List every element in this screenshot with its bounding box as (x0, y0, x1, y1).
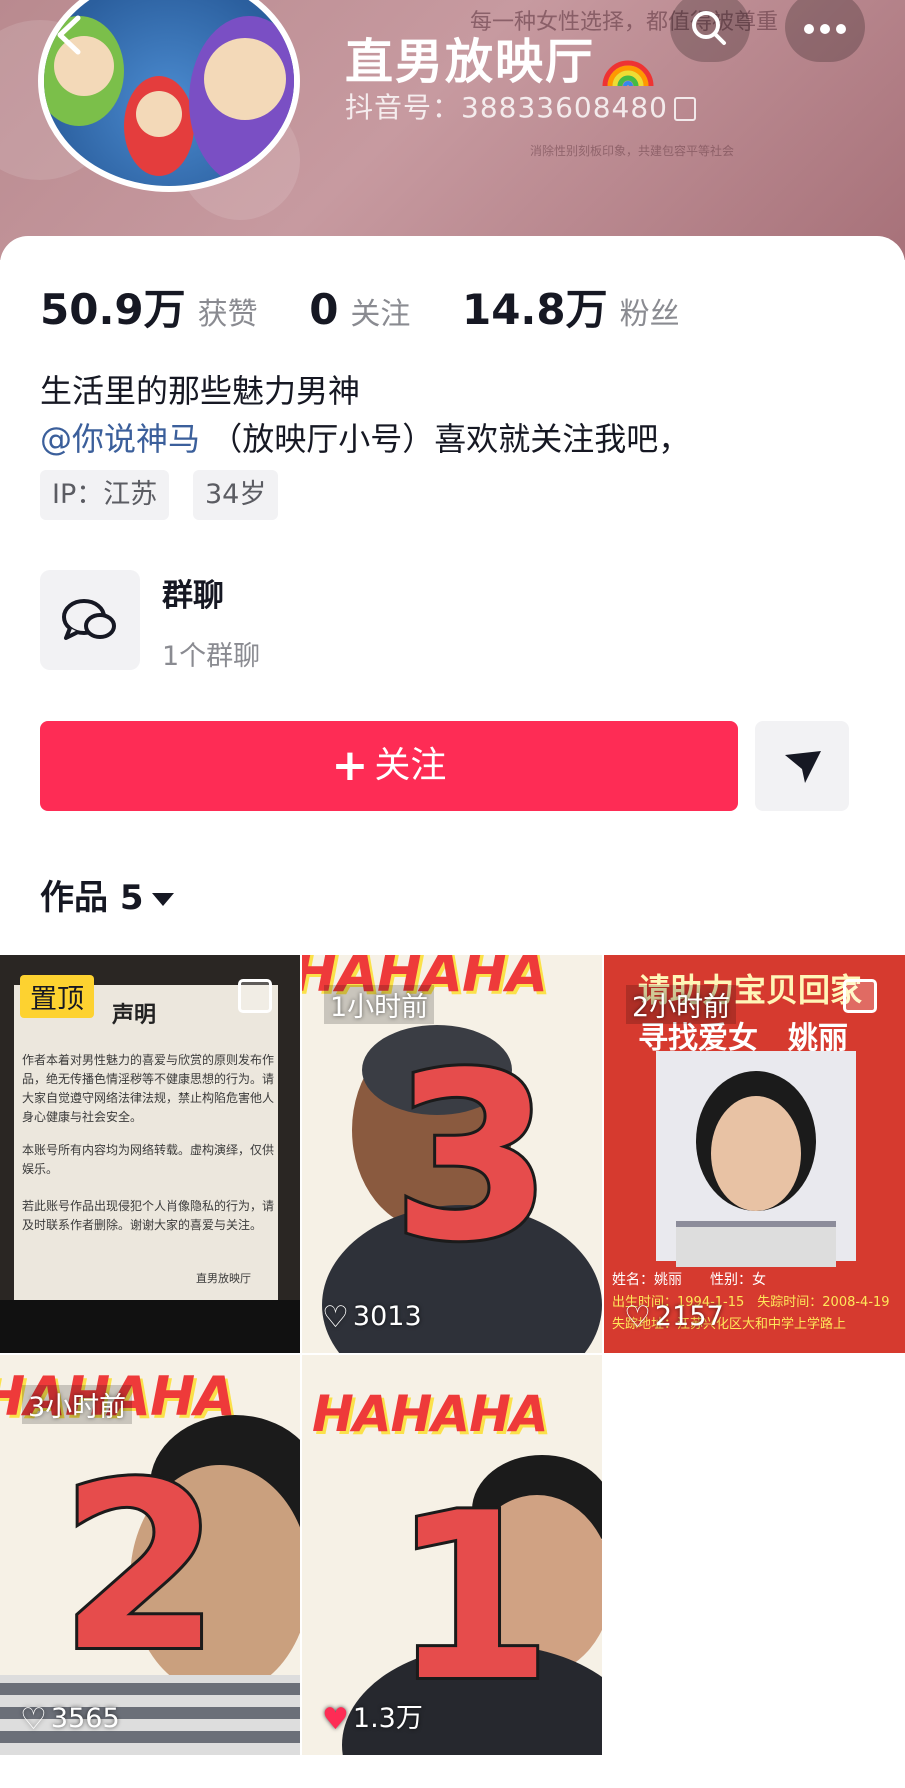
heart-outline-icon: ♡ (624, 1300, 651, 1335)
rank-number: 1 (389, 1462, 555, 1735)
video-tile-pinned[interactable]: 置顶 声明 作者本着对男性魅力的喜爱与欣赏的原则发布作品，绝无传播色情淫秽等不健… (0, 955, 300, 1353)
haha-banner: HAHAHA (312, 1385, 549, 1443)
search-button[interactable] (670, 0, 750, 62)
rank-number: 3 (389, 1022, 555, 1295)
tab-works-label: 作品 5 (40, 878, 144, 918)
video-time-label: 2小时前 (626, 985, 737, 1024)
header-background-subtext: 消除性别刻板印象，共建包容平等社会 (530, 144, 735, 158)
douyin-id-text: 抖音号：38833608480 (345, 91, 668, 124)
stat-likes-label: 获赞 (197, 297, 258, 332)
heart-outline-icon: ♡ (322, 1300, 349, 1335)
rank-number: 2 (57, 1432, 223, 1705)
tag-age: 34岁 (193, 470, 279, 520)
more-dots-icon (804, 24, 846, 34)
copy-icon[interactable] (673, 97, 696, 121)
bio-mention-link[interactable]: @你说神马 (40, 420, 200, 458)
profile-name: 直男放映厅 (345, 22, 657, 92)
missing-info-1: 姓名：姚丽 性别：女 (612, 1272, 766, 1288)
statement-paragraph-1: 作者本着对男性魅力的喜爱与欣赏的原则发布作品，绝无传播色情淫秽等不健康思想的行为… (22, 1053, 275, 1124)
caret-down-icon[interactable] (151, 893, 174, 906)
tile-bottom-shadow (0, 1300, 300, 1353)
tab-works[interactable]: 作品 5 (40, 870, 174, 919)
tag-ip-location: IP：江苏 (40, 470, 170, 520)
heart-filled-icon: ♥ (322, 1702, 349, 1737)
avatar-figure-face (204, 38, 286, 120)
video-time-label: 1小时前 (324, 985, 435, 1024)
profile-name-text: 直男放映厅 (345, 34, 596, 90)
stat-likes-value: 50.9万 (40, 285, 186, 334)
paper-plane-icon (785, 751, 821, 783)
stat-following[interactable]: 0 关注 (309, 285, 452, 334)
statement-paragraph-2: 本账号所有内容均为网络转载。虚构演绎，仅供娱乐。 (22, 1143, 275, 1176)
video-likes-count: 2157 (654, 1301, 724, 1332)
group-chat-title[interactable]: 群聊 (162, 570, 224, 615)
bio-line-1: 生活里的那些魅力男神 (40, 372, 361, 410)
stat-followers[interactable]: 14.8万 粉丝 (462, 285, 722, 334)
send-message-button[interactable] (755, 721, 849, 811)
stat-followers-label: 粉丝 (619, 297, 680, 332)
video-likes: ♡ 3565 (20, 1702, 120, 1737)
video-likes-count: 1.3万 (352, 1703, 423, 1734)
video-likes: ♡ 3013 (322, 1300, 422, 1335)
video-time-label: 3小时前 (22, 1385, 133, 1424)
statement-paragraph-3: 若此账号作品出现侵犯个人肖像隐私的行为，请及时联系作者删除。谢谢大家的喜爱与关注… (22, 1199, 275, 1232)
select-checkbox[interactable] (843, 979, 877, 1013)
profile-header: 每一种女性选择，都值得被尊重 消除性别刻板印象，共建包容平等社会 直男放映厅 抖… (0, 0, 905, 260)
follow-button[interactable]: + 关注 (40, 721, 738, 811)
back-arrow-icon[interactable] (50, 10, 106, 66)
stat-followers-value: 14.8万 (461, 285, 608, 334)
pinned-badge: 置顶 (20, 975, 94, 1018)
video-likes-count: 3013 (352, 1301, 422, 1332)
follow-button-label: 关注 (374, 745, 447, 786)
bio-line-2: @你说神马 （放映厅小号）喜欢就关注我吧， (40, 414, 690, 460)
photo-face (711, 1096, 801, 1211)
photo-shirt (676, 1221, 836, 1267)
statement-signature: 直男放映厅 (196, 1272, 251, 1285)
video-likes-count: 3565 (50, 1703, 120, 1734)
video-tile[interactable]: HAHAHA 1 ♥ 1.3万 (302, 1355, 602, 1755)
video-likes: ♥ 1.3万 (322, 1696, 423, 1737)
douyin-id[interactable]: 抖音号：38833608480 (345, 86, 696, 126)
stats-row: 50.9万 获赞 0 关注 14.8万 粉丝 (40, 276, 722, 337)
plus-icon: + (331, 740, 369, 791)
video-tile[interactable]: HAHAHA 2 3小时前 ♡ 3565 (0, 1355, 300, 1755)
stat-following-label: 关注 (350, 297, 411, 332)
video-likes: ♡ 2157 (624, 1300, 724, 1335)
search-icon (692, 11, 726, 45)
rainbow-emoji-icon (599, 42, 657, 88)
select-checkbox[interactable] (238, 979, 272, 1013)
chat-bubbles-icon (62, 599, 116, 640)
heart-outline-icon: ♡ (20, 1702, 47, 1737)
stat-following-value: 0 (309, 285, 339, 334)
missing-person-photo (656, 1051, 856, 1267)
bio-line-2-text: （放映厅小号）喜欢就关注我吧， (200, 420, 691, 458)
video-tile[interactable]: 请助力宝贝回家 寻找爱女 姚丽 姓名：姚丽 性别：女 出生时间：1994-1-1… (604, 955, 905, 1353)
more-button[interactable] (785, 0, 865, 62)
statement-title: 声明 (112, 1003, 157, 1028)
stat-likes[interactable]: 50.9万 获赞 (40, 285, 300, 334)
group-chat-count: 1个群聊 (162, 641, 261, 672)
group-chat-button[interactable] (40, 570, 140, 670)
avatar-figure-face (136, 91, 182, 137)
video-tile[interactable]: HAHAHA 3 1小时前 ♡ 3013 (302, 955, 602, 1353)
